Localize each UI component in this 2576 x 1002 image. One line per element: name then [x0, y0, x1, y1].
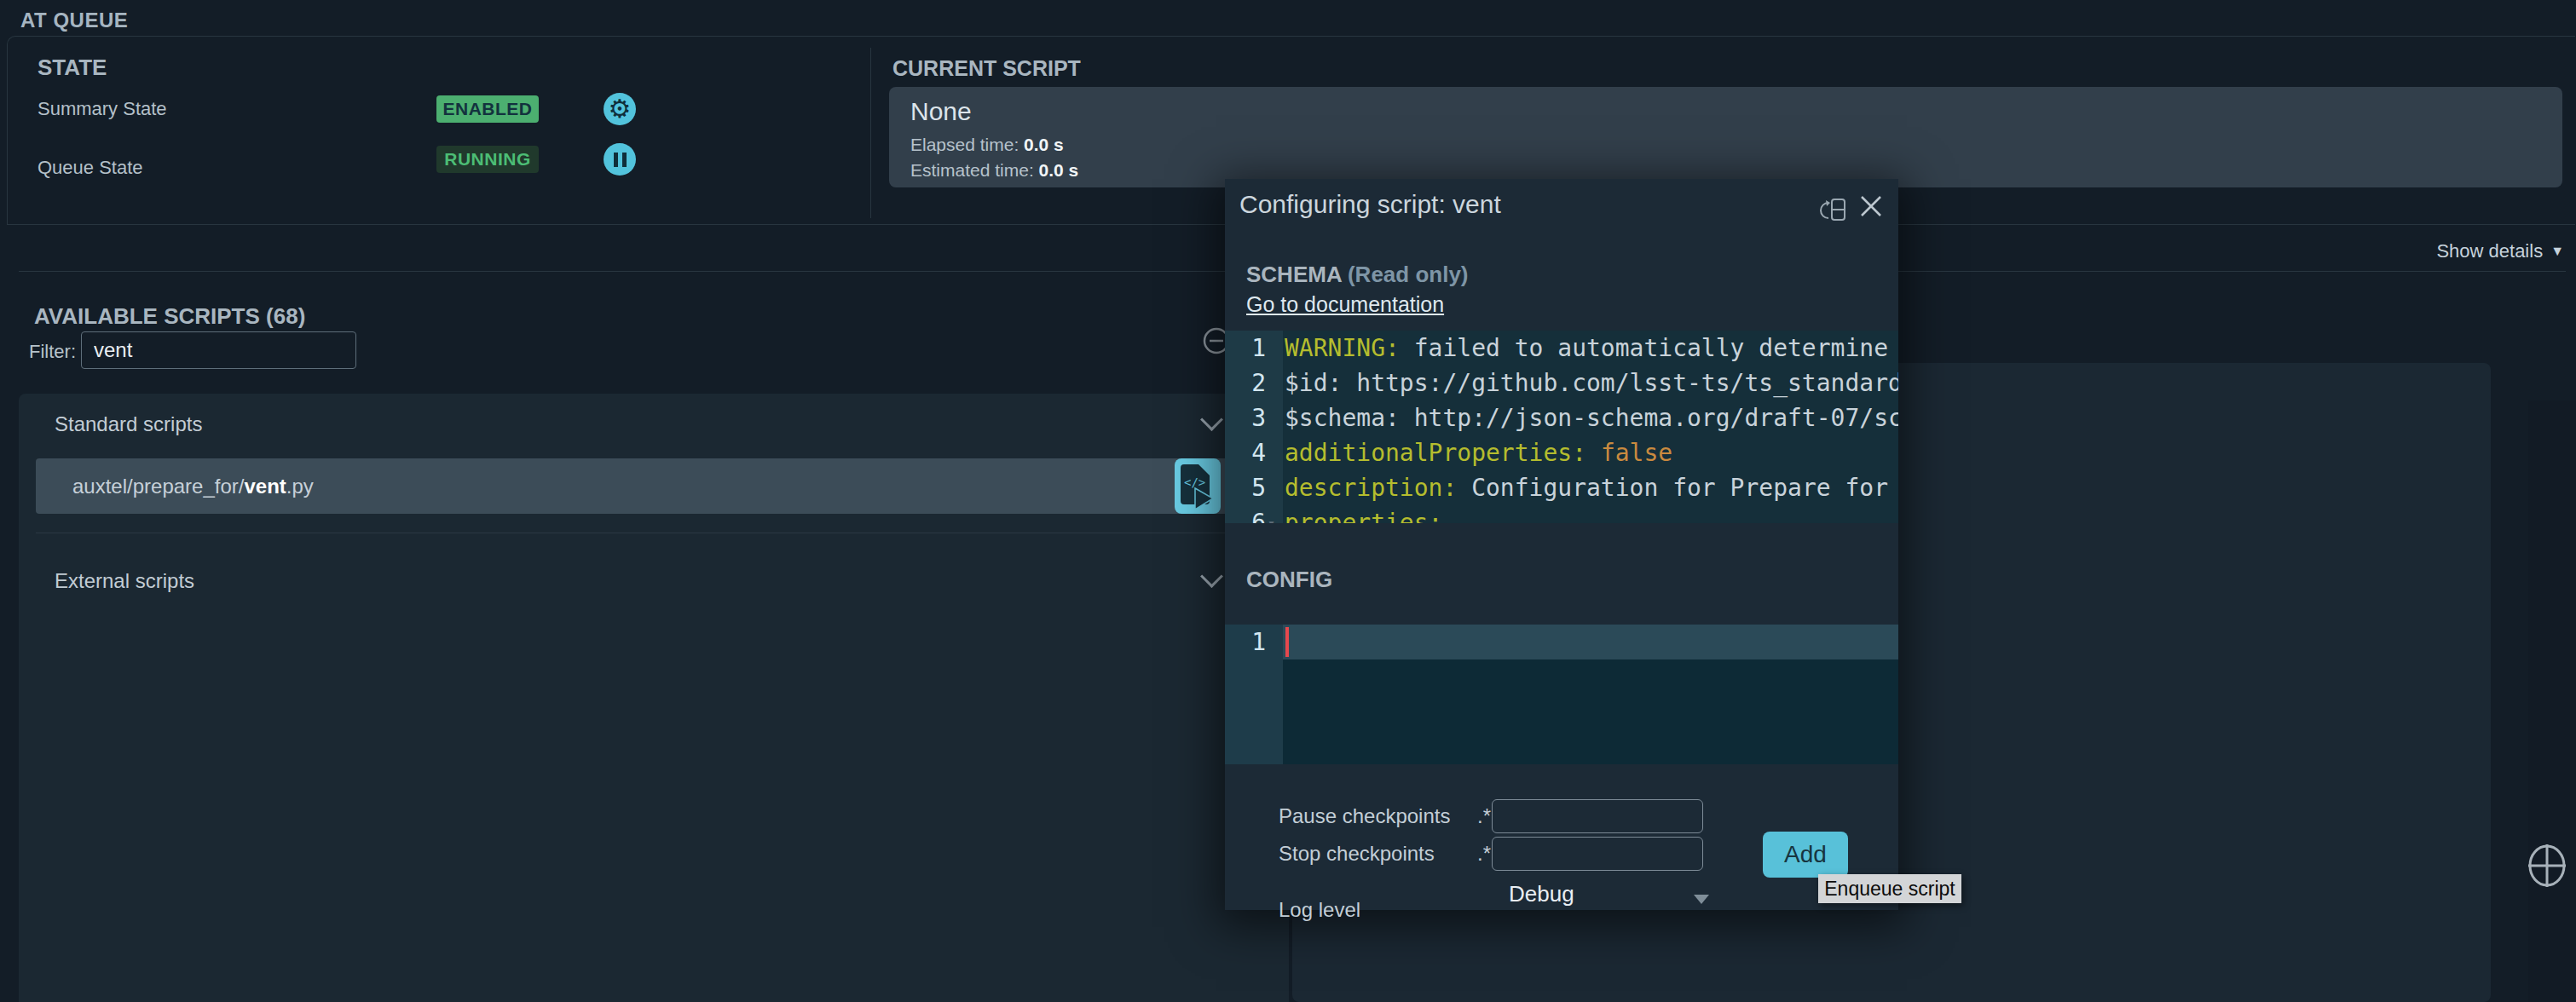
add-button[interactable]: Add: [1763, 832, 1848, 878]
filter-label: Filter:: [29, 341, 76, 363]
schema-readonly-note: (Read only): [1348, 262, 1469, 287]
code-segment: false: [1601, 439, 1672, 467]
code-segment: $schema: http://json-schema.org/draft-07…: [1285, 404, 1898, 432]
current-script-panel: [889, 87, 2562, 187]
code-segment: description:: [1285, 474, 1457, 502]
elapsed-time-value: 0.0 s: [1024, 135, 1064, 154]
elapsed-time-label: Elapsed time:: [910, 135, 1019, 154]
schema-heading: SCHEMA (Read only): [1246, 262, 1469, 288]
configure-script-dialog: Configuring script: vent SCHEMA (Read on…: [1225, 179, 1898, 910]
show-details-label: Show details: [2436, 240, 2543, 262]
queue-state-label: Queue State: [38, 157, 143, 179]
code-segment: WARNING:: [1285, 334, 1400, 362]
documentation-link[interactable]: Go to documentation: [1246, 292, 1444, 317]
schema-editor[interactable]: 1WARNING: failed to automatically determ…: [1225, 331, 1898, 523]
configure-script-button[interactable]: </>: [1175, 458, 1221, 514]
code-segment: additionalProperties:: [1285, 439, 1586, 467]
settings-button[interactable]: ⚙: [604, 93, 636, 125]
pause-checkpoints-hint: .*: [1477, 799, 1491, 833]
dialog-title: Configuring script: vent: [1239, 190, 1501, 219]
log-level-label: Log level: [1279, 893, 1360, 927]
pause-checkpoints-input[interactable]: [1492, 799, 1703, 833]
schema-line: 4additionalProperties: false: [1225, 435, 1898, 470]
standard-scripts-group[interactable]: Standard scripts: [55, 412, 202, 436]
estimated-time-row: Estimated time: 0.0 s: [910, 160, 1078, 181]
script-path-suffix: .py: [286, 475, 314, 498]
schema-line: 5description: Configuration for Prepare …: [1225, 470, 1898, 505]
svg-text:</>: </>: [1184, 475, 1205, 489]
code-segment: properties:: [1285, 509, 1442, 523]
stop-checkpoints-label: Stop checkpoints: [1279, 837, 1435, 871]
line-number: 1: [1225, 331, 1283, 366]
code-segment: Configuration for Prepare for vent.: [1457, 474, 1898, 502]
config-editor[interactable]: 1: [1225, 625, 1898, 764]
text-cursor: [1285, 627, 1289, 657]
schema-line: 3$schema: http://json-schema.org/draft-0…: [1225, 400, 1898, 435]
code-segment: [1586, 439, 1601, 467]
schema-label: SCHEMA: [1246, 262, 1342, 287]
script-file-icon: </>: [1178, 462, 1217, 511]
editor-active-line: [1283, 625, 1898, 659]
code-segment: $id: https://github.com/lsst-ts/ts_stand…: [1285, 369, 1898, 397]
line-number: 4: [1225, 435, 1283, 470]
script-path: auxtel/prepare_for/vent.py: [72, 458, 314, 514]
gear-icon: ⚙: [609, 96, 632, 122]
current-script-name: None: [910, 97, 972, 126]
crosshair-icon[interactable]: [2525, 842, 2569, 890]
external-scripts-group[interactable]: External scripts: [55, 569, 194, 593]
pause-queue-button[interactable]: [604, 143, 636, 176]
stop-checkpoints-hint: .*: [1477, 837, 1491, 871]
script-path-prefix: auxtel/prepare_for/: [72, 475, 244, 498]
estimated-time-label: Estimated time:: [910, 160, 1034, 180]
summary-state-label: Summary State: [38, 98, 167, 120]
script-row[interactable]: auxtel/prepare_for/vent.py: [36, 458, 1272, 514]
triangle-down-icon: ▼: [2550, 244, 2564, 259]
right-sidebar: [2528, 400, 2576, 1002]
schema-line: 1WARNING: failed to automatically determ…: [1225, 331, 1898, 366]
line-number: 2: [1225, 366, 1283, 400]
enqueue-script-tooltip: Enqueue script: [1818, 874, 1961, 903]
fold-caret-icon[interactable]: ▾: [1268, 515, 1275, 523]
schema-line: 2$id: https://github.com/lsst-ts/ts_stan…: [1225, 366, 1898, 400]
page-title: AT QUEUE: [20, 9, 128, 32]
close-icon[interactable]: [1859, 194, 1883, 218]
stop-checkpoints-input[interactable]: [1492, 837, 1703, 871]
filter-input[interactable]: [81, 331, 356, 369]
summary-state-badge: ENABLED: [436, 95, 539, 123]
pause-checkpoints-label: Pause checkpoints: [1279, 799, 1450, 833]
schema-line: 6properties:: [1225, 505, 1898, 523]
vertical-divider: [870, 48, 871, 218]
config-heading: CONFIG: [1246, 567, 1332, 593]
pause-icon: [614, 153, 618, 167]
line-number: 5: [1225, 470, 1283, 505]
available-scripts-heading: AVAILABLE SCRIPTS (68): [34, 303, 305, 330]
script-path-match: vent: [244, 475, 286, 498]
line-number: 1: [1225, 625, 1283, 659]
code-segment: failed to automatically determine: [1400, 334, 1888, 362]
elapsed-time-row: Elapsed time: 0.0 s: [910, 135, 1064, 155]
state-section-heading: STATE: [38, 55, 107, 81]
line-number: 3: [1225, 400, 1283, 435]
copy-icon[interactable]: [1820, 196, 1849, 223]
queue-state-badge: RUNNING: [436, 146, 539, 173]
estimated-time-value: 0.0 s: [1039, 160, 1079, 180]
current-script-heading: CURRENT SCRIPT: [892, 56, 1081, 81]
log-level-select[interactable]: Debug: [1509, 881, 1574, 907]
dropdown-caret-icon[interactable]: [1694, 895, 1709, 904]
pause-icon: [622, 153, 627, 167]
show-details-toggle[interactable]: Show details ▼: [2436, 240, 2564, 262]
